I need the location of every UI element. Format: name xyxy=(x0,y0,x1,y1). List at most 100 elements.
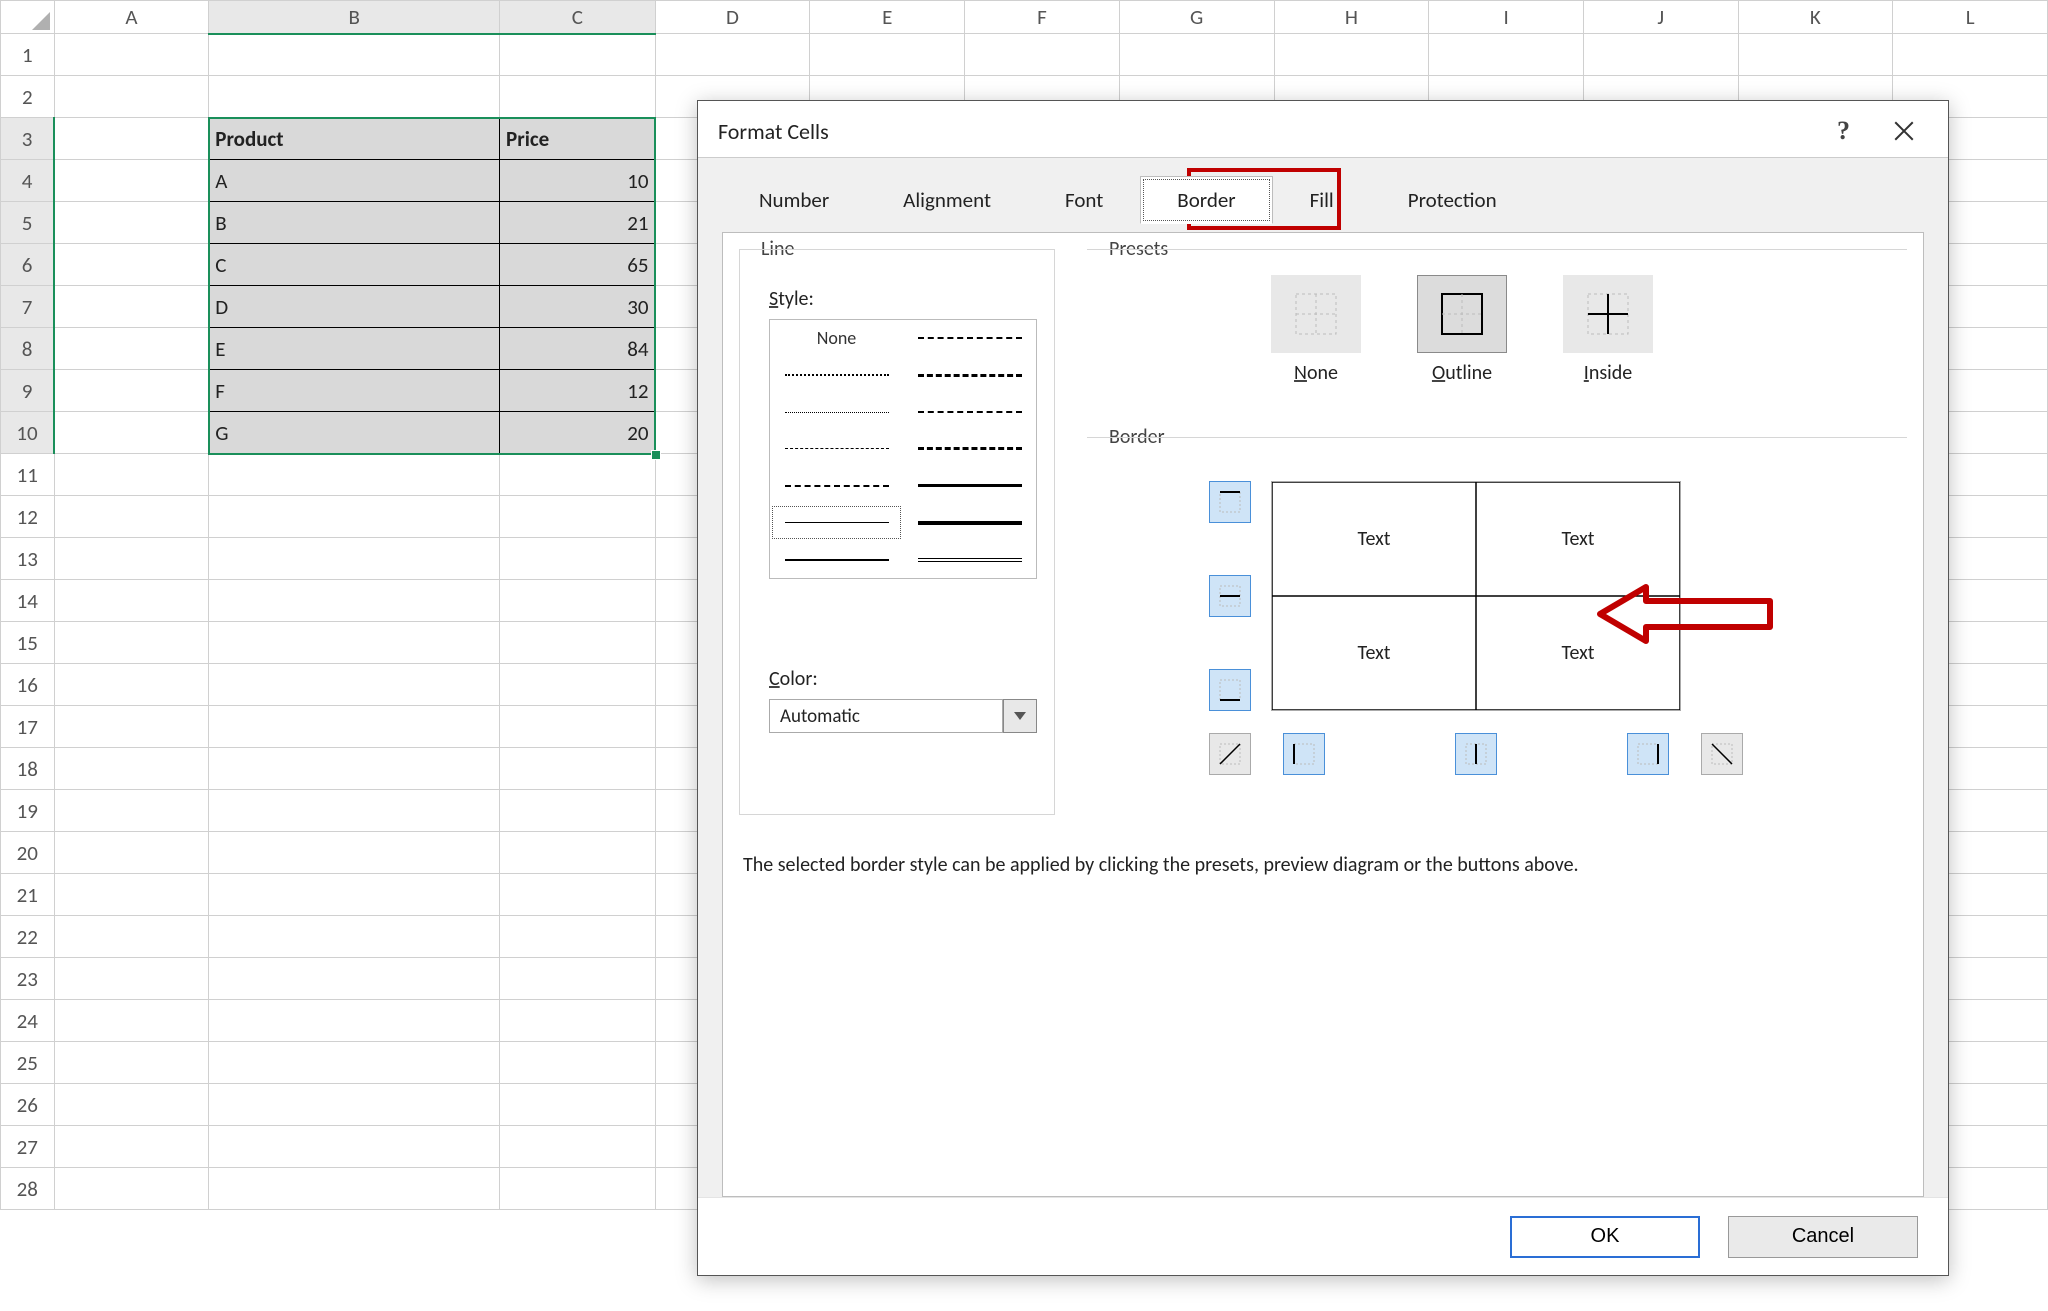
row-header-11[interactable]: 11 xyxy=(1,454,55,496)
row-header-6[interactable]: 6 xyxy=(1,244,55,286)
cell-B6[interactable]: C xyxy=(209,244,500,286)
column-header-E[interactable]: E xyxy=(810,1,965,34)
cell-G1[interactable] xyxy=(1119,34,1274,76)
cell-L1[interactable] xyxy=(1893,34,2048,76)
cell-C6[interactable]: 65 xyxy=(500,244,656,286)
row-header-18[interactable]: 18 xyxy=(1,748,55,790)
column-header-K[interactable]: K xyxy=(1738,1,1893,34)
cell-C18[interactable] xyxy=(500,748,656,790)
row-header-1[interactable]: 1 xyxy=(1,34,55,76)
row-header-12[interactable]: 12 xyxy=(1,496,55,538)
row-header-24[interactable]: 24 xyxy=(1,1000,55,1042)
cell-C2[interactable] xyxy=(500,76,656,118)
tab-border[interactable]: Border xyxy=(1140,176,1272,224)
cell-C16[interactable] xyxy=(500,664,656,706)
cell-A10[interactable] xyxy=(54,412,209,454)
cell-A28[interactable] xyxy=(54,1168,209,1210)
cell-A8[interactable] xyxy=(54,328,209,370)
cell-C7[interactable]: 30 xyxy=(500,286,656,328)
column-header-H[interactable]: H xyxy=(1274,1,1429,34)
selection-fill-handle[interactable] xyxy=(651,450,661,460)
cell-B10[interactable]: G xyxy=(209,412,500,454)
cell-A21[interactable] xyxy=(54,874,209,916)
cell-C1[interactable] xyxy=(500,34,656,76)
border-style-12[interactable] xyxy=(903,504,1036,541)
preset-outline[interactable] xyxy=(1417,275,1507,353)
cell-A13[interactable] xyxy=(54,538,209,580)
cell-A20[interactable] xyxy=(54,832,209,874)
tab-fill[interactable]: Fill xyxy=(1273,176,1371,224)
cell-A6[interactable] xyxy=(54,244,209,286)
cell-B5[interactable]: B xyxy=(209,202,500,244)
row-header-4[interactable]: 4 xyxy=(1,160,55,202)
column-header-B[interactable]: B xyxy=(209,1,500,34)
cell-A14[interactable] xyxy=(54,580,209,622)
column-header-A[interactable]: A xyxy=(54,1,209,34)
preset-none[interactable] xyxy=(1271,275,1361,353)
border-right-button[interactable] xyxy=(1627,733,1669,775)
border-bottom-button[interactable] xyxy=(1209,669,1251,711)
row-header-3[interactable]: 3 xyxy=(1,118,55,160)
cell-B27[interactable] xyxy=(209,1126,500,1168)
cell-C12[interactable] xyxy=(500,496,656,538)
row-header-13[interactable]: 13 xyxy=(1,538,55,580)
row-header-15[interactable]: 15 xyxy=(1,622,55,664)
row-header-8[interactable]: 8 xyxy=(1,328,55,370)
border-top-button[interactable] xyxy=(1209,481,1251,523)
cell-C8[interactable]: 84 xyxy=(500,328,656,370)
cell-C27[interactable] xyxy=(500,1126,656,1168)
help-icon[interactable]: ? xyxy=(1807,116,1880,146)
row-header-19[interactable]: 19 xyxy=(1,790,55,832)
cell-B7[interactable]: D xyxy=(209,286,500,328)
cell-B2[interactable] xyxy=(209,76,500,118)
cell-B8[interactable]: E xyxy=(209,328,500,370)
row-header-28[interactable]: 28 xyxy=(1,1168,55,1210)
row-header-16[interactable]: 16 xyxy=(1,664,55,706)
cell-H1[interactable] xyxy=(1274,34,1429,76)
cell-B13[interactable] xyxy=(209,538,500,580)
cell-A22[interactable] xyxy=(54,916,209,958)
cell-B17[interactable] xyxy=(209,706,500,748)
border-diag-down-button[interactable] xyxy=(1701,733,1743,775)
cell-B11[interactable] xyxy=(209,454,500,496)
cell-A1[interactable] xyxy=(54,34,209,76)
cell-A3[interactable] xyxy=(54,118,209,160)
tab-number[interactable]: Number xyxy=(722,176,866,224)
cell-C20[interactable] xyxy=(500,832,656,874)
cell-A27[interactable] xyxy=(54,1126,209,1168)
cell-B3[interactable]: Product xyxy=(209,118,500,160)
row-header-21[interactable]: 21 xyxy=(1,874,55,916)
cell-C23[interactable] xyxy=(500,958,656,1000)
cell-B19[interactable] xyxy=(209,790,500,832)
border-color-combo[interactable]: Automatic xyxy=(769,699,1003,733)
cell-A11[interactable] xyxy=(54,454,209,496)
row-header-22[interactable]: 22 xyxy=(1,916,55,958)
cell-B18[interactable] xyxy=(209,748,500,790)
cell-A24[interactable] xyxy=(54,1000,209,1042)
cell-B25[interactable] xyxy=(209,1042,500,1084)
cell-C26[interactable] xyxy=(500,1084,656,1126)
cell-C19[interactable] xyxy=(500,790,656,832)
cell-B9[interactable]: F xyxy=(209,370,500,412)
cell-B1[interactable] xyxy=(209,34,500,76)
tab-alignment[interactable]: Alignment xyxy=(866,176,1028,224)
border-preview[interactable]: Text Text Text Text xyxy=(1271,481,1681,711)
cell-C17[interactable] xyxy=(500,706,656,748)
cell-B4[interactable]: A xyxy=(209,160,500,202)
cell-C28[interactable] xyxy=(500,1168,656,1210)
border-style-8[interactable] xyxy=(903,357,1036,394)
cell-B15[interactable] xyxy=(209,622,500,664)
border-style-5[interactable] xyxy=(770,504,903,541)
row-header-25[interactable]: 25 xyxy=(1,1042,55,1084)
cell-C4[interactable]: 10 xyxy=(500,160,656,202)
cell-A5[interactable] xyxy=(54,202,209,244)
row-header-10[interactable]: 10 xyxy=(1,412,55,454)
cell-A9[interactable] xyxy=(54,370,209,412)
cell-C11[interactable] xyxy=(500,454,656,496)
border-style-1[interactable] xyxy=(770,357,903,394)
border-style-4[interactable] xyxy=(770,467,903,504)
ok-button[interactable]: OK xyxy=(1510,1216,1700,1258)
row-header-20[interactable]: 20 xyxy=(1,832,55,874)
border-style-6[interactable] xyxy=(770,541,903,578)
border-color-dropdown[interactable] xyxy=(1003,699,1037,733)
